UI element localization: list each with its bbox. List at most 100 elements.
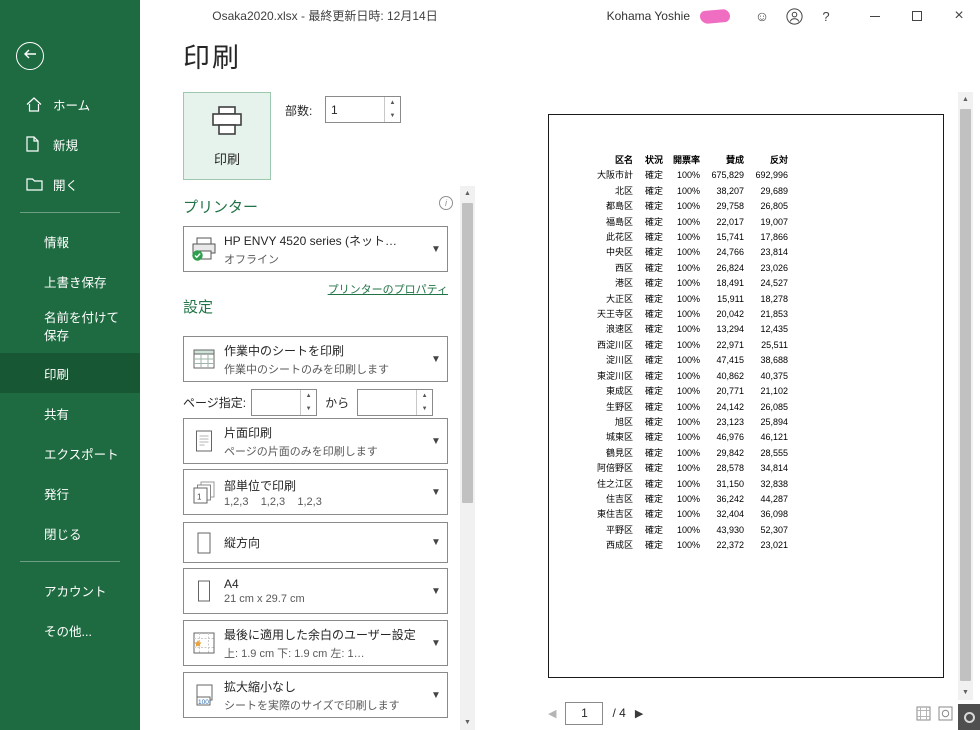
help-button[interactable]: ? — [810, 0, 842, 32]
sidebar-item-export[interactable]: エクスポート — [0, 433, 140, 473]
sidebar-item-info[interactable]: 情報 — [0, 221, 140, 261]
copies-input[interactable] — [326, 97, 384, 122]
spin-down-icon[interactable]: ▼ — [301, 403, 316, 416]
option-subtitle: 上: 1.9 cm 下: 1.9 cm 左: 1… — [224, 647, 365, 660]
table-row: 城東区 確定 100% 46,976 46,121 — [605, 432, 789, 443]
table-row: 淀川区 確定 100% 47,415 38,688 — [605, 355, 789, 366]
spin-up-icon[interactable]: ▲ — [301, 390, 316, 403]
sidebar-divider — [20, 561, 120, 562]
scrollbar-thumb[interactable] — [462, 203, 473, 503]
print-preview-page: 区名 状況 開票率 賛成 反対 大阪市計 確定 100% 675,829 692,996 北区 確定 1… — [548, 114, 944, 678]
feedback-smiley-icon[interactable]: ☺ — [746, 0, 778, 32]
next-page-icon[interactable]: ▶ — [635, 707, 643, 720]
page-title: 印刷 — [183, 43, 241, 73]
sidebar-item-home[interactable]: ホーム — [0, 84, 140, 124]
minimize-button[interactable] — [854, 0, 896, 32]
print-what-select[interactable]: 作業中のシートを印刷 作業中のシートのみを印刷します ▼ — [183, 336, 448, 382]
page-total-label: / 4 — [612, 706, 626, 720]
copies-stepper[interactable]: ▲ ▼ — [325, 96, 401, 123]
option-title: A4 — [224, 577, 239, 591]
sidebar-item-label: エクスポート — [44, 447, 119, 462]
page-number-input[interactable] — [565, 701, 604, 725]
sidebar-item-label: 開く — [53, 178, 79, 193]
table-row: 西成区 確定 100% 22,372 23,021 — [605, 540, 789, 551]
table-row: 港区 確定 100% 18,491 24,527 — [614, 278, 789, 289]
spin-down-icon[interactable]: ▼ — [417, 403, 432, 416]
sidebar-item-label: 印刷 — [44, 367, 70, 382]
close-button[interactable]: × — [938, 0, 980, 32]
printer-status: オフライン — [224, 253, 279, 266]
maximize-button[interactable] — [896, 0, 938, 32]
table-row: 東住吉区 確定 100% 32,404 36,098 — [596, 509, 789, 520]
column-header: 状況 — [644, 155, 663, 165]
sidebar-item-save-as[interactable]: 名前を付けて保存 — [0, 301, 140, 353]
home-icon — [26, 96, 44, 112]
paper-size-icon — [184, 580, 224, 602]
orientation-select[interactable]: 縦方向 ▼ — [183, 522, 448, 563]
chevron-down-icon: ▼ — [431, 689, 441, 701]
spin-up-icon[interactable]: ▲ — [417, 390, 432, 403]
settings-section-heading: 設定 — [183, 299, 214, 316]
printer-properties-link[interactable]: プリンターのプロパティ — [183, 281, 448, 297]
sidebar-item-account[interactable]: アカウント — [0, 570, 140, 610]
pages-from-stepper[interactable]: ▲ ▼ — [251, 389, 318, 416]
spin-up-icon[interactable]: ▲ — [385, 97, 400, 110]
back-arrow-icon — [23, 47, 37, 65]
sidebar-item-new[interactable]: 新規 — [0, 124, 140, 164]
sidebar-item-save[interactable]: 上書き保存 — [0, 261, 140, 301]
margins-icon — [184, 632, 224, 654]
pages-to-stepper[interactable]: ▲ ▼ — [357, 389, 434, 416]
corner-widget-button[interactable] — [958, 704, 980, 730]
spin-down-icon[interactable]: ▼ — [385, 110, 400, 123]
pages-from-input[interactable] — [252, 390, 301, 415]
sidebar-item-label: その他... — [44, 624, 92, 639]
paper-size-select[interactable]: A4 21 cm x 29.7 cm ▼ — [183, 568, 448, 614]
info-icon[interactable]: i — [439, 196, 453, 210]
pages-label: ページ指定: — [183, 396, 247, 410]
sidebar-item-more[interactable]: その他... — [0, 610, 140, 650]
margins-select[interactable]: 最後に適用した余白のユーザー設定 上: 1.9 cm 下: 1.9 cm 左: … — [183, 620, 448, 666]
sidebar-item-publish[interactable]: 発行 — [0, 473, 140, 513]
column-header: 開票率 — [673, 155, 701, 165]
scaling-icon-label: 100 — [198, 699, 209, 706]
table-row: 大正区 確定 100% 15,911 18,278 — [605, 293, 789, 304]
table-row: 旭区 確定 100% 23,123 25,894 — [614, 416, 789, 427]
column-header: 区名 — [614, 155, 633, 165]
table-row: 阿倍野区 確定 100% 28,578 34,814 — [596, 463, 789, 474]
show-margins-button[interactable] — [915, 705, 932, 722]
scaling-select[interactable]: 100 拡大縮小なし シートを実際のサイズで印刷します ▼ — [183, 672, 448, 718]
pages-to-input[interactable] — [358, 390, 417, 415]
portrait-icon — [184, 532, 224, 554]
option-title: 最後に適用した余白のユーザー設定 — [224, 627, 416, 642]
preview-scrollbar[interactable]: ▲ ▼ — [958, 92, 973, 700]
copies-label: 部数: — [285, 104, 313, 118]
scroll-up-icon[interactable]: ▲ — [460, 186, 475, 201]
option-subtitle: ページの片面のみを印刷します — [224, 445, 378, 458]
back-button[interactable] — [16, 42, 44, 70]
scroll-down-icon[interactable]: ▼ — [460, 715, 475, 730]
sidebar-item-share[interactable]: 共有 — [0, 393, 140, 433]
table-row: 中央区 確定 100% 24,766 23,814 — [605, 247, 789, 258]
scroll-up-icon[interactable]: ▲ — [958, 92, 973, 107]
chevron-down-icon: ▼ — [431, 486, 441, 498]
redaction-blob — [699, 8, 731, 24]
scrollbar-thumb[interactable] — [960, 109, 971, 681]
duplex-select[interactable]: 片面印刷 ページの片面のみを印刷します ▼ — [183, 418, 448, 464]
table-row: 此花区 確定 100% 15,741 17,866 — [605, 232, 789, 243]
settings-scrollbar[interactable]: ▲ ▼ — [460, 186, 475, 730]
print-button[interactable]: 印刷 — [183, 92, 271, 180]
preview-table: 区名 状況 開票率 賛成 反対 大阪市計 確定 100% 675,829 692,996 北区 確定 1… — [583, 153, 788, 554]
pages-row: ページ指定: ▲ ▼ から ▲ ▼ — [183, 389, 448, 416]
printer-select[interactable]: HP ENVY 4520 series (ネット… オフライン ▼ — [183, 226, 448, 272]
account-person-icon[interactable] — [778, 0, 810, 32]
sidebar-item-open[interactable]: 開く — [0, 164, 140, 204]
sidebar-item-close[interactable]: 閉じる — [0, 513, 140, 553]
collation-select[interactable]: 1 部単位で印刷 1,2,3 1,2,3 1,2,3 ▼ — [183, 469, 448, 515]
scroll-down-icon[interactable]: ▼ — [958, 685, 973, 700]
sidebar-item-print[interactable]: 印刷 — [0, 353, 140, 393]
maximize-icon — [912, 11, 922, 21]
previous-page-icon[interactable]: ◀ — [548, 707, 556, 720]
table-row: 大阪市計 確定 100% 675,829 692,996 — [596, 170, 789, 181]
zoom-to-page-button[interactable] — [937, 705, 954, 722]
option-title: 拡大縮小なし — [224, 679, 297, 694]
